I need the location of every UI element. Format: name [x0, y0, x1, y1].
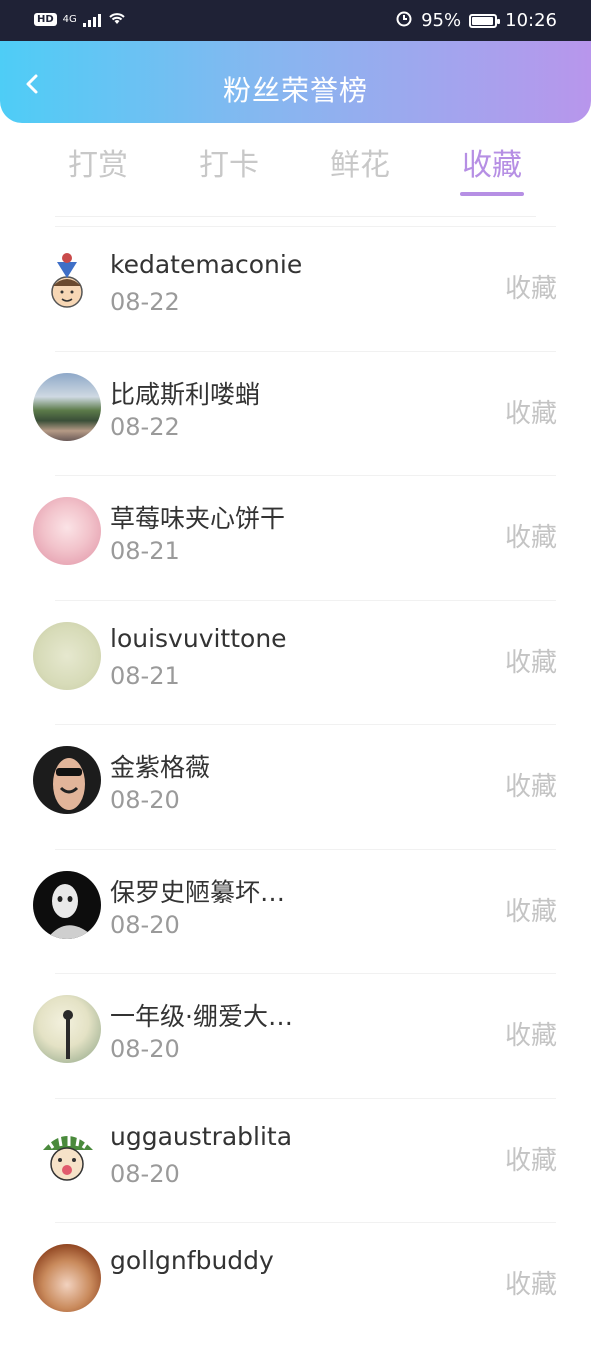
avatar	[33, 870, 101, 939]
divider	[55, 216, 536, 217]
avatar	[33, 248, 101, 316]
date: 08-20	[110, 1035, 180, 1063]
tab-active-indicator	[460, 192, 524, 196]
tab-reward[interactable]: 打赏	[38, 140, 158, 184]
action-label: 收藏	[504, 398, 557, 429]
avatar	[33, 995, 101, 1063]
tab-label: 收藏	[462, 148, 522, 183]
tab-label: 打卡	[199, 148, 259, 183]
alarm-icon	[395, 9, 413, 32]
action-label: 收藏	[504, 896, 557, 927]
user-name: 比咸斯利喽蛸	[110, 379, 261, 409]
action-label: 收藏	[504, 647, 557, 678]
user-name: 草莓味夹心饼干	[110, 504, 286, 533]
date: 08-21	[110, 537, 180, 565]
tab-label: 鲜花	[330, 148, 390, 183]
list-item[interactable]: 保罗史陋纂坏… 08-20 收藏	[0, 848, 591, 974]
tab-label: 打赏	[68, 148, 128, 183]
list-item[interactable]: uggaustrablita 08-20 收藏	[0, 1097, 591, 1223]
tab-bar: 打赏 打卡 鲜花 收藏	[0, 140, 591, 210]
action-label: 收藏	[504, 274, 557, 304]
tab-flowers[interactable]: 鲜花	[300, 140, 420, 184]
network-type: 4G	[62, 14, 77, 25]
user-name: 一年级·绷爱大…	[110, 1002, 293, 1031]
list-item[interactable]: 一年级·绷爱大… 08-20 收藏	[0, 973, 591, 1098]
battery-icon	[469, 13, 501, 28]
date: 08-20	[110, 786, 180, 814]
action-label: 收藏	[504, 1270, 557, 1300]
list-item[interactable]: 金紫格薇 08-20 收藏	[0, 724, 591, 849]
avatar	[33, 746, 101, 814]
list-item[interactable]: gollgnfbuddy 收藏	[0, 1222, 591, 1347]
status-bar: HD 4G 95% 10:26	[0, 0, 591, 41]
avatar	[33, 621, 101, 690]
status-right: 95% 10:26	[395, 9, 557, 32]
avatar	[33, 372, 101, 441]
user-name: kedatemaconie	[110, 250, 303, 279]
status-left: HD 4G	[34, 10, 127, 29]
user-name: 金紫格薇	[110, 753, 211, 782]
avatar	[33, 1119, 101, 1188]
clock: 10:26	[505, 10, 557, 31]
page-title: 粉丝荣誉榜	[222, 74, 368, 107]
action-label: 收藏	[504, 1145, 557, 1176]
user-name: uggaustrablita	[110, 1121, 293, 1151]
user-name: gollgnfbuddy	[110, 1246, 274, 1275]
date: 08-22	[110, 412, 180, 441]
list-item[interactable]: 草莓味夹心饼干 08-21 收藏	[0, 475, 591, 600]
avatar	[33, 1244, 101, 1312]
list-item[interactable]: kedatemaconie 08-22 收藏	[0, 226, 591, 351]
date: 08-21	[110, 661, 180, 690]
action-label: 收藏	[504, 1021, 557, 1051]
app-header: 粉丝荣誉榜	[0, 41, 591, 123]
date: 08-22	[110, 288, 180, 316]
action-label: 收藏	[504, 772, 557, 802]
hd-badge: HD	[34, 13, 57, 26]
user-name: 保罗史陋纂坏…	[110, 877, 286, 907]
avatar	[33, 497, 101, 565]
signal-icon	[82, 13, 101, 27]
date: 08-20	[110, 910, 180, 939]
wifi-icon	[107, 10, 127, 29]
list-item[interactable]: louisvuvittone 08-21 收藏	[0, 599, 591, 725]
list-item[interactable]: 比咸斯利喽蛸 08-22 收藏	[0, 350, 591, 476]
fan-list: kedatemaconie 08-22 收藏 比咸斯利喽蛸 08-22 收藏 草…	[0, 226, 591, 1347]
date: 08-20	[110, 1159, 180, 1188]
action-label: 收藏	[504, 523, 557, 553]
tab-checkin[interactable]: 打卡	[169, 140, 289, 184]
user-name: louisvuvittone	[110, 623, 287, 653]
battery-percent: 95%	[421, 10, 462, 31]
tab-favorites[interactable]: 收藏	[432, 140, 552, 196]
